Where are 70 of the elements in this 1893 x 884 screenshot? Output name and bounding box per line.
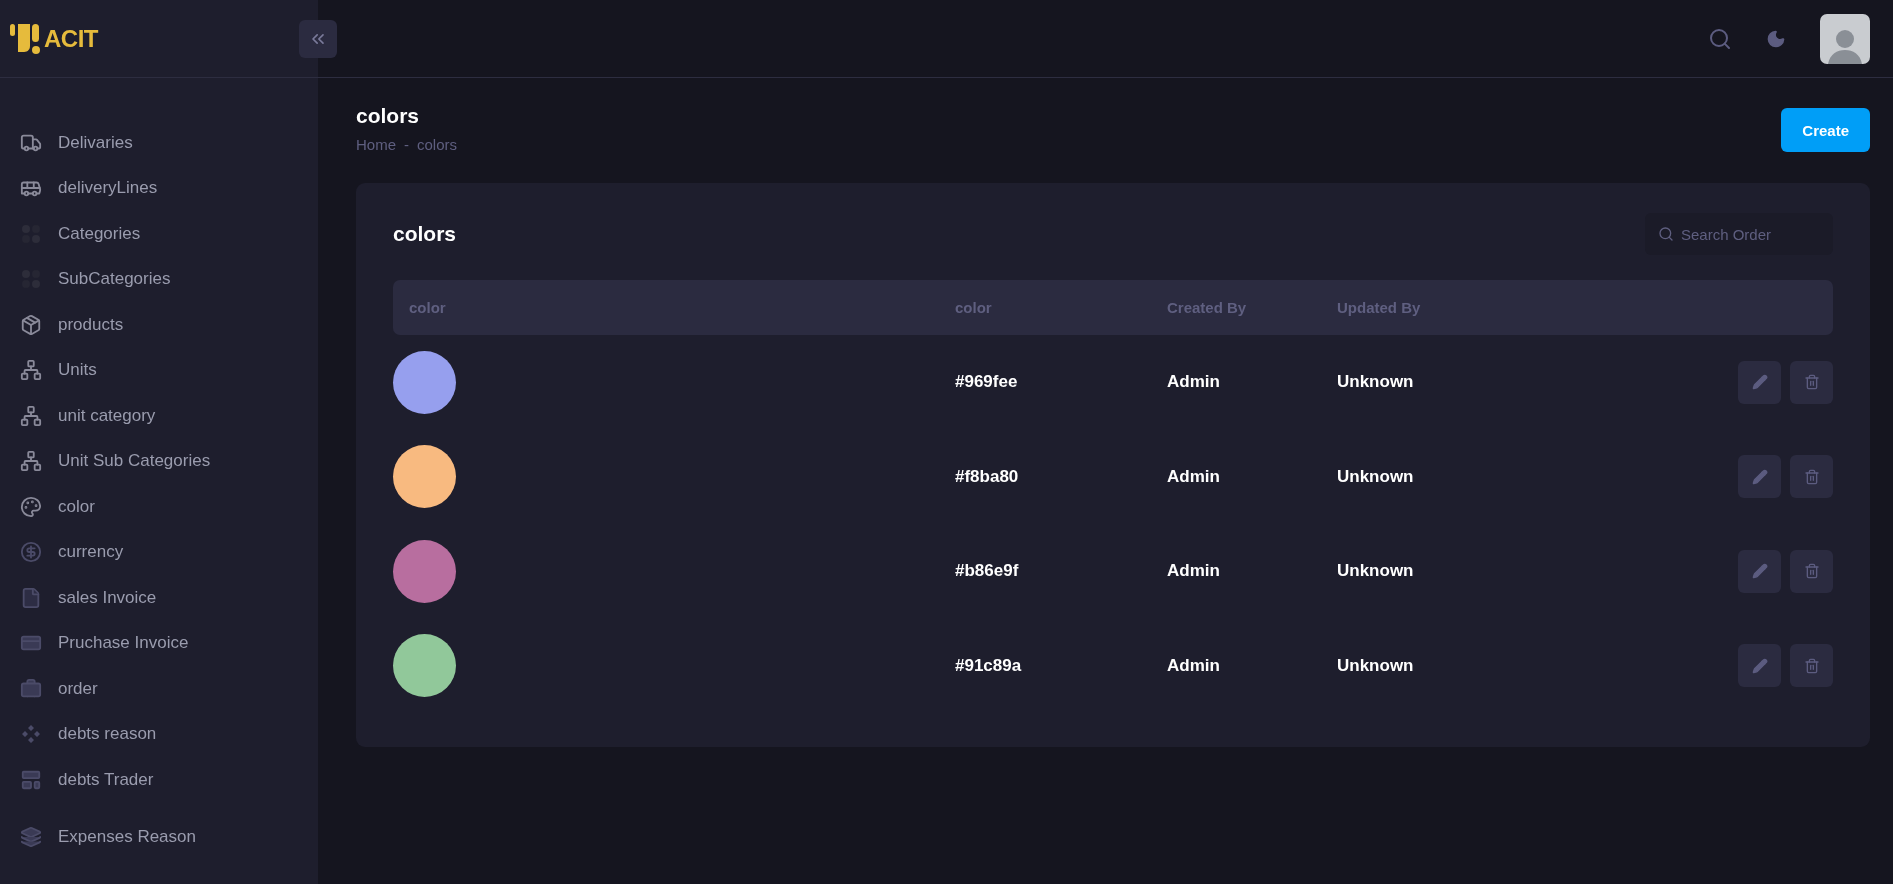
sidebar-item[interactable]: color (20, 484, 318, 530)
dollar-icon (20, 541, 42, 564)
breadcrumb-separator: - (404, 136, 409, 153)
table-cell-text: Admin (1167, 372, 1221, 393)
sidebar-item[interactable]: products (20, 302, 318, 348)
trash-icon (1803, 374, 1820, 391)
file-icon (20, 586, 42, 609)
table-cell-text: #f8ba80 (955, 466, 1020, 487)
sidebar-item[interactable]: debts Trader (20, 757, 318, 803)
pencil-icon (1751, 374, 1768, 391)
sidebar-item[interactable]: Delivaries (20, 120, 318, 166)
sidebar-item[interactable]: Pruchase Invoice (20, 620, 318, 666)
sidebar-item[interactable]: sales Invoice (20, 575, 318, 621)
column-header: color (409, 299, 447, 316)
table-cell-text: Admin (1167, 561, 1221, 582)
sidebar-item[interactable]: debts reason (20, 711, 318, 757)
sidebar-item[interactable]: Unit Sub Categories (20, 438, 318, 484)
sidebar-item[interactable]: currency (20, 529, 318, 575)
table-cell-text: Admin (1167, 466, 1221, 487)
sidebar-item[interactable]: deliveryLines (20, 165, 318, 211)
logo-icon (10, 21, 40, 56)
sidebar-item[interactable]: order (20, 666, 318, 712)
palette-icon (20, 495, 42, 518)
table-cell-text: Unknown (1337, 655, 1415, 676)
collapse-button[interactable] (299, 19, 337, 58)
edit-button[interactable] (1738, 549, 1781, 593)
branch-icon (20, 404, 42, 427)
avatar[interactable] (1820, 13, 1870, 64)
moon-icon[interactable] (1766, 28, 1786, 49)
edit-button[interactable] (1738, 644, 1781, 688)
table-cell-text: Unknown (1337, 466, 1415, 487)
delete-button[interactable] (1790, 360, 1833, 404)
branch-icon (20, 450, 42, 473)
delete-button[interactable] (1790, 455, 1833, 499)
brand-name: ACIT (44, 24, 98, 53)
table-cell-text: Unknown (1337, 372, 1415, 393)
sidebar-item[interactable]: Categories (20, 211, 318, 257)
delete-button[interactable] (1790, 549, 1833, 593)
sidebar-item[interactable]: Expenses Reason (20, 814, 318, 860)
breadcrumb-item: colors (417, 136, 458, 153)
column-header: Created By (1167, 299, 1248, 316)
search-icon[interactable] (1708, 26, 1732, 51)
table-cell-text: Unknown (1337, 561, 1415, 582)
briefcase-icon (20, 677, 42, 700)
sidebar-item[interactable]: unit category (20, 393, 318, 439)
sidebar-item[interactable]: Units (20, 347, 318, 393)
edit-button[interactable] (1738, 360, 1781, 404)
layout-icon (20, 768, 42, 791)
column-header: color (955, 299, 993, 316)
table-cell-text: #969fee (955, 372, 1019, 393)
branch-icon (20, 359, 42, 382)
trash-icon (1803, 657, 1820, 674)
sidebar-item[interactable]: SubCategories (20, 256, 318, 302)
boxes-icon (20, 313, 42, 336)
table-cell-text: Admin (1167, 655, 1221, 676)
pencil-icon (1751, 468, 1768, 485)
column-header: Updated By (1337, 299, 1422, 316)
table-cell-text: #91c89a (955, 655, 1023, 676)
card-title: colors (393, 222, 457, 246)
pencil-icon (1751, 563, 1768, 580)
layers-icon (20, 826, 42, 849)
trash-icon (1803, 468, 1820, 485)
diamonds-icon (20, 723, 42, 746)
trash-icon (1803, 563, 1820, 580)
page-title: colors (356, 104, 421, 128)
search-field[interactable]: Search Order (1645, 213, 1833, 255)
table-cell-text: #b86e9f (955, 561, 1020, 582)
edit-button[interactable] (1738, 455, 1781, 499)
pencil-icon (1751, 657, 1768, 674)
delete-button[interactable] (1790, 644, 1833, 688)
